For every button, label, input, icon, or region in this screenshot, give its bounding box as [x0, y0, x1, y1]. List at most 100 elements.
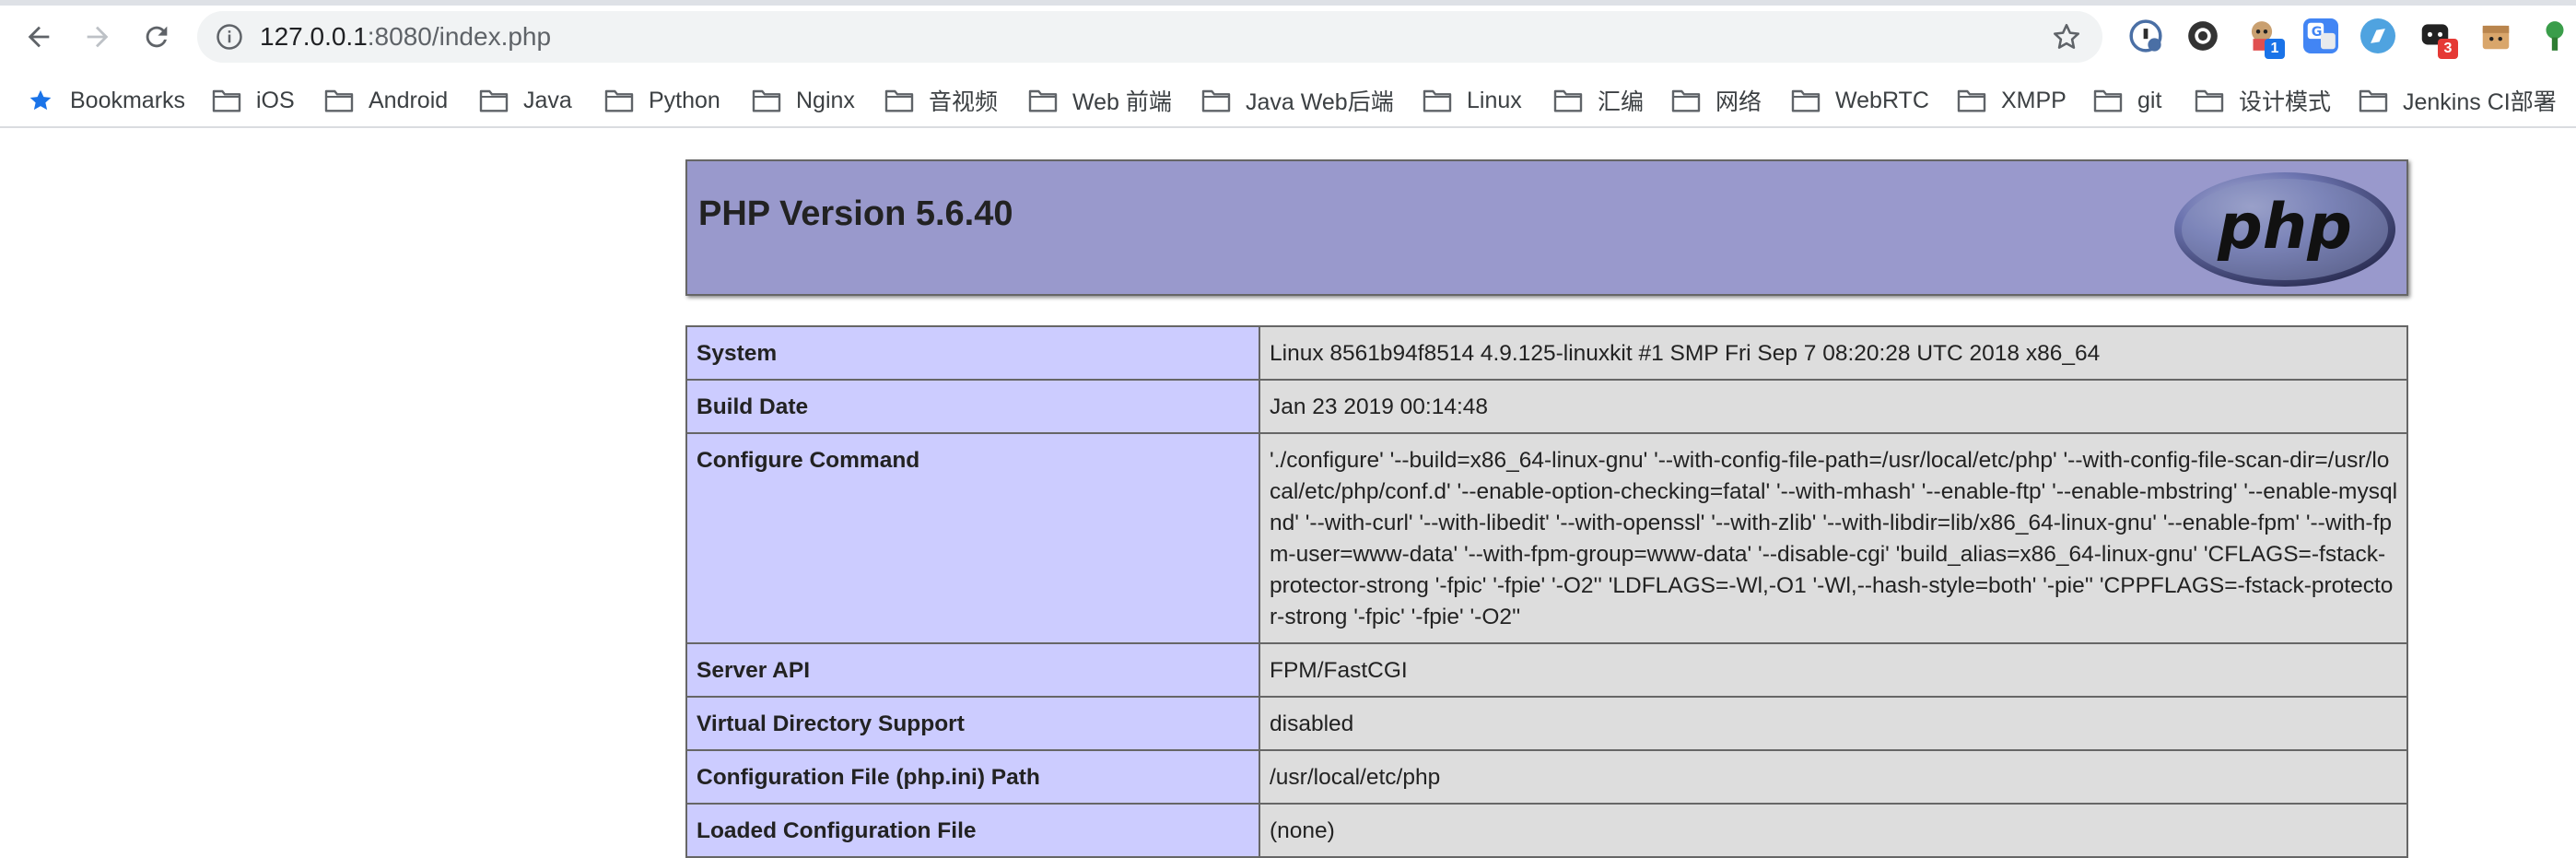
bookmark-folder-linux[interactable]: Linux [1423, 73, 1522, 128]
bookmark-folder-nginx[interactable]: Nginx [752, 73, 855, 128]
bookmark-folder-python[interactable]: Python [604, 73, 720, 128]
row-key: Configure Command [685, 432, 1260, 644]
php-logo: php [2174, 172, 2395, 287]
row-key: Server API [685, 642, 1260, 698]
folder-icon [1423, 89, 1452, 112]
bookmark-folder-git[interactable]: git [2093, 73, 2161, 128]
star-icon [29, 89, 52, 111]
extension-github[interactable] [2185, 18, 2220, 53]
bookmark-folder-asm[interactable]: 汇编 [1553, 73, 1644, 128]
bookmark-label: Python [649, 87, 720, 113]
arrow-right-icon [87, 26, 109, 48]
bookmark-folder-ios[interactable]: iOS [212, 73, 295, 128]
bookmark-label: 音视频 [929, 89, 999, 115]
table-row: System Linux 8561b94f8514 4.9.125-linuxk… [685, 325, 2408, 381]
folder-icon [2093, 89, 2123, 112]
bookmark-folder-java-web[interactable]: Java Web后端 [1201, 73, 1394, 128]
svg-text:G: G [2312, 25, 2323, 40]
arrow-left-icon [28, 26, 50, 48]
url-host: 127.0.0.1 [260, 22, 368, 51]
github-icon [2188, 21, 2218, 51]
table-row: Configure Command './configure' '--build… [685, 432, 2408, 644]
table-row: Server API FPM/FastCGI [685, 642, 2408, 698]
info-icon[interactable] [216, 23, 243, 51]
extension-badge: 1 [2265, 39, 2285, 59]
bookmark-star-icon[interactable] [2051, 21, 2082, 53]
folder-icon [479, 89, 509, 112]
bookmark-folder-android[interactable]: Android [324, 73, 448, 128]
extension-compass[interactable] [2360, 18, 2395, 53]
row-key: System [685, 325, 1260, 381]
forward-button[interactable] [74, 13, 122, 61]
table-row: Configuration File (php.ini) Path /usr/l… [685, 749, 2408, 805]
bookmark-folder-jenkins[interactable]: Jenkins CI部署 [2359, 73, 2557, 128]
back-button[interactable] [15, 13, 63, 61]
phpinfo-table: System Linux 8561b94f8514 4.9.125-linuxk… [685, 325, 2408, 858]
row-key: Virtual Directory Support [685, 696, 1260, 751]
url-path: :8080/index.php [367, 22, 552, 51]
tab-strip-edge [0, 0, 2576, 6]
bookmark-label: Java [523, 87, 572, 113]
extension-1[interactable] [2128, 18, 2163, 53]
folder-icon [1028, 89, 1058, 112]
address-bar[interactable]: 127.0.0.1:8080/index.php [197, 11, 2102, 63]
page-title: PHP Version 5.6.40 [698, 194, 1013, 233]
bookmark-folder-java[interactable]: Java [479, 73, 572, 128]
row-key: Configuration File (php.ini) Path [685, 749, 1260, 805]
bookmarks-bar: Bookmarks iOS Android Java Python Nginx … [0, 73, 2576, 128]
folder-icon [752, 89, 781, 112]
extension-box[interactable] [2478, 18, 2513, 53]
bookmark-label: 网络 [1715, 89, 1762, 115]
row-key: Build Date [685, 379, 1260, 434]
folder-icon [1671, 89, 1701, 112]
bookmark-folder-av[interactable]: 音视频 [884, 73, 998, 128]
table-row: Virtual Directory Support disabled [685, 696, 2408, 751]
folder-icon [884, 89, 914, 112]
bookmark-label: 设计模式 [2239, 89, 2332, 115]
bookmark-folder-design-patterns[interactable]: 设计模式 [2195, 73, 2331, 128]
extension-chat[interactable]: 3 [2418, 18, 2458, 59]
table-row: Loaded Configuration File (none) [685, 803, 2408, 858]
folder-icon [324, 89, 354, 112]
bookmark-item-bookmarks[interactable]: Bookmarks [26, 73, 185, 128]
folder-icon [1791, 89, 1821, 112]
row-value: './configure' '--build=x86_64-linux-gnu'… [1259, 432, 2408, 644]
translate-icon: G [2307, 22, 2336, 50]
folder-icon [1957, 89, 1986, 112]
folder-icon [212, 89, 241, 112]
bookmark-label: XMPP [2001, 87, 2067, 113]
plant-icon [2546, 21, 2564, 51]
row-value: Linux 8561b94f8514 4.9.125-linuxkit #1 S… [1259, 325, 2408, 381]
folder-icon [604, 89, 634, 112]
phpinfo-header: PHP Version 5.6.40 php [685, 159, 2408, 296]
bookmark-label: git [2137, 87, 2162, 113]
bookmark-label: iOS [256, 87, 295, 113]
bookmark-label: Nginx [796, 87, 855, 113]
row-value: Jan 23 2019 00:14:48 [1259, 379, 2408, 434]
bookmark-folder-xmpp[interactable]: XMPP [1957, 73, 2067, 128]
lock-info-icon [2129, 19, 2162, 53]
box-face-icon [2482, 25, 2510, 50]
extension-octocat[interactable]: 1 [2244, 18, 2285, 59]
bookmark-label: Java Web后端 [1246, 89, 1394, 115]
page-content: PHP Version 5.6.40 php System Linux 8561… [0, 130, 2576, 858]
table-row: Build Date Jan 23 2019 00:14:48 [685, 379, 2408, 434]
bookmark-label: Android [369, 87, 449, 113]
extension-translate[interactable]: G [2303, 18, 2338, 53]
row-value: disabled [1259, 696, 2408, 751]
bookmark-label: Web 前端 [1072, 89, 1172, 115]
bookmark-label: 汇编 [1598, 89, 1645, 115]
bookmark-folder-network[interactable]: 网络 [1671, 73, 1762, 128]
reload-icon [146, 26, 168, 48]
folder-icon [1553, 89, 1583, 112]
row-value: (none) [1259, 803, 2408, 858]
reload-button[interactable] [133, 13, 181, 61]
bookmark-folder-web-frontend[interactable]: Web 前端 [1028, 73, 1172, 128]
extension-plant[interactable] [2537, 18, 2572, 53]
url-text[interactable]: 127.0.0.1:8080/index.php [260, 23, 551, 51]
folder-icon [2195, 89, 2224, 112]
bookmark-folder-webrtc[interactable]: WebRTC [1791, 73, 1929, 128]
folder-icon [1201, 89, 1231, 112]
bookmark-label: WebRTC [1835, 87, 1929, 113]
extension-badge: 3 [2438, 39, 2458, 59]
